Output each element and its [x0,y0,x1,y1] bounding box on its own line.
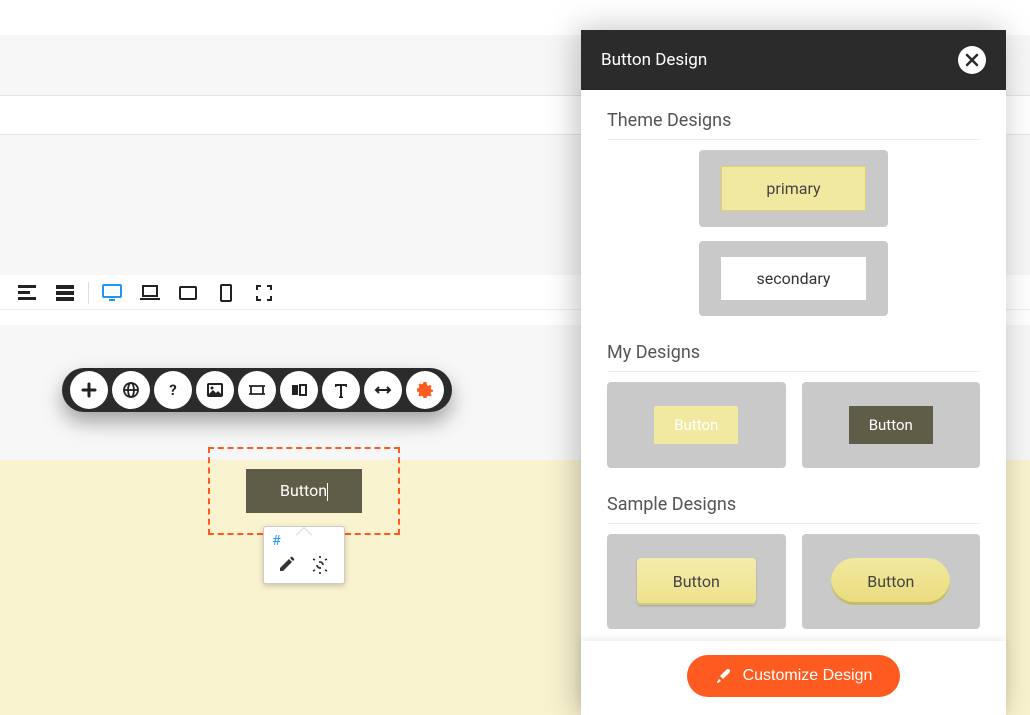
rows-icon[interactable] [46,277,84,309]
section-my-title: My Designs [607,342,980,372]
close-icon[interactable] [958,46,986,74]
section-icon[interactable] [238,371,276,409]
tablet-portrait-icon[interactable] [207,277,245,309]
panel-footer: Customize Design [581,641,1006,715]
help-icon[interactable]: ? [154,371,192,409]
selected-button-label: Button [280,481,327,500]
link-popover: # [263,526,345,584]
laptop-icon[interactable] [131,277,169,309]
theme-primary-button: primary [721,166,865,211]
panel-title: Button Design [601,50,707,70]
theme-secondary-swatch[interactable]: secondary [699,241,889,316]
columns-icon[interactable] [280,371,318,409]
design-panel: Button Design Theme Designs primary seco… [581,30,1006,715]
unlink-icon[interactable] [310,555,330,575]
width-icon[interactable] [364,371,402,409]
desktop-icon[interactable] [93,277,131,309]
theme-secondary-button: secondary [721,257,867,300]
text-icon[interactable] [322,371,360,409]
sample-design-2-button: Button [831,558,950,605]
link-url[interactable]: # [272,533,336,549]
selected-button[interactable]: Button [246,469,362,513]
globe-icon[interactable] [112,371,150,409]
panel-body[interactable]: Theme Designs primary secondary My Desig… [581,90,1006,715]
gear-icon[interactable] [406,371,444,409]
expand-icon[interactable] [245,277,283,309]
svg-text:?: ? [169,381,176,399]
customize-label: Customize Design [743,667,873,685]
tablet-landscape-icon[interactable] [169,277,207,309]
customize-button[interactable]: Customize Design [687,655,901,697]
image-icon[interactable] [196,371,234,409]
my-design-1-button: Button [654,406,738,444]
element-toolbar: ? [62,368,452,412]
my-design-1[interactable]: Button [607,382,786,468]
edit-icon[interactable] [278,555,296,575]
my-design-2[interactable]: Button [802,382,981,468]
add-icon[interactable] [70,371,108,409]
sample-design-2[interactable]: Button [802,534,981,629]
sample-design-1-button: Button [637,558,756,605]
panel-header: Button Design [581,30,1006,90]
sample-design-1[interactable]: Button [607,534,786,629]
align-left-icon[interactable] [8,277,46,309]
brush-icon [715,667,733,685]
my-design-2-button: Button [849,406,933,444]
theme-primary-swatch[interactable]: primary [699,150,887,227]
section-sample-title: Sample Designs [607,494,980,524]
section-theme-title: Theme Designs [607,110,980,140]
